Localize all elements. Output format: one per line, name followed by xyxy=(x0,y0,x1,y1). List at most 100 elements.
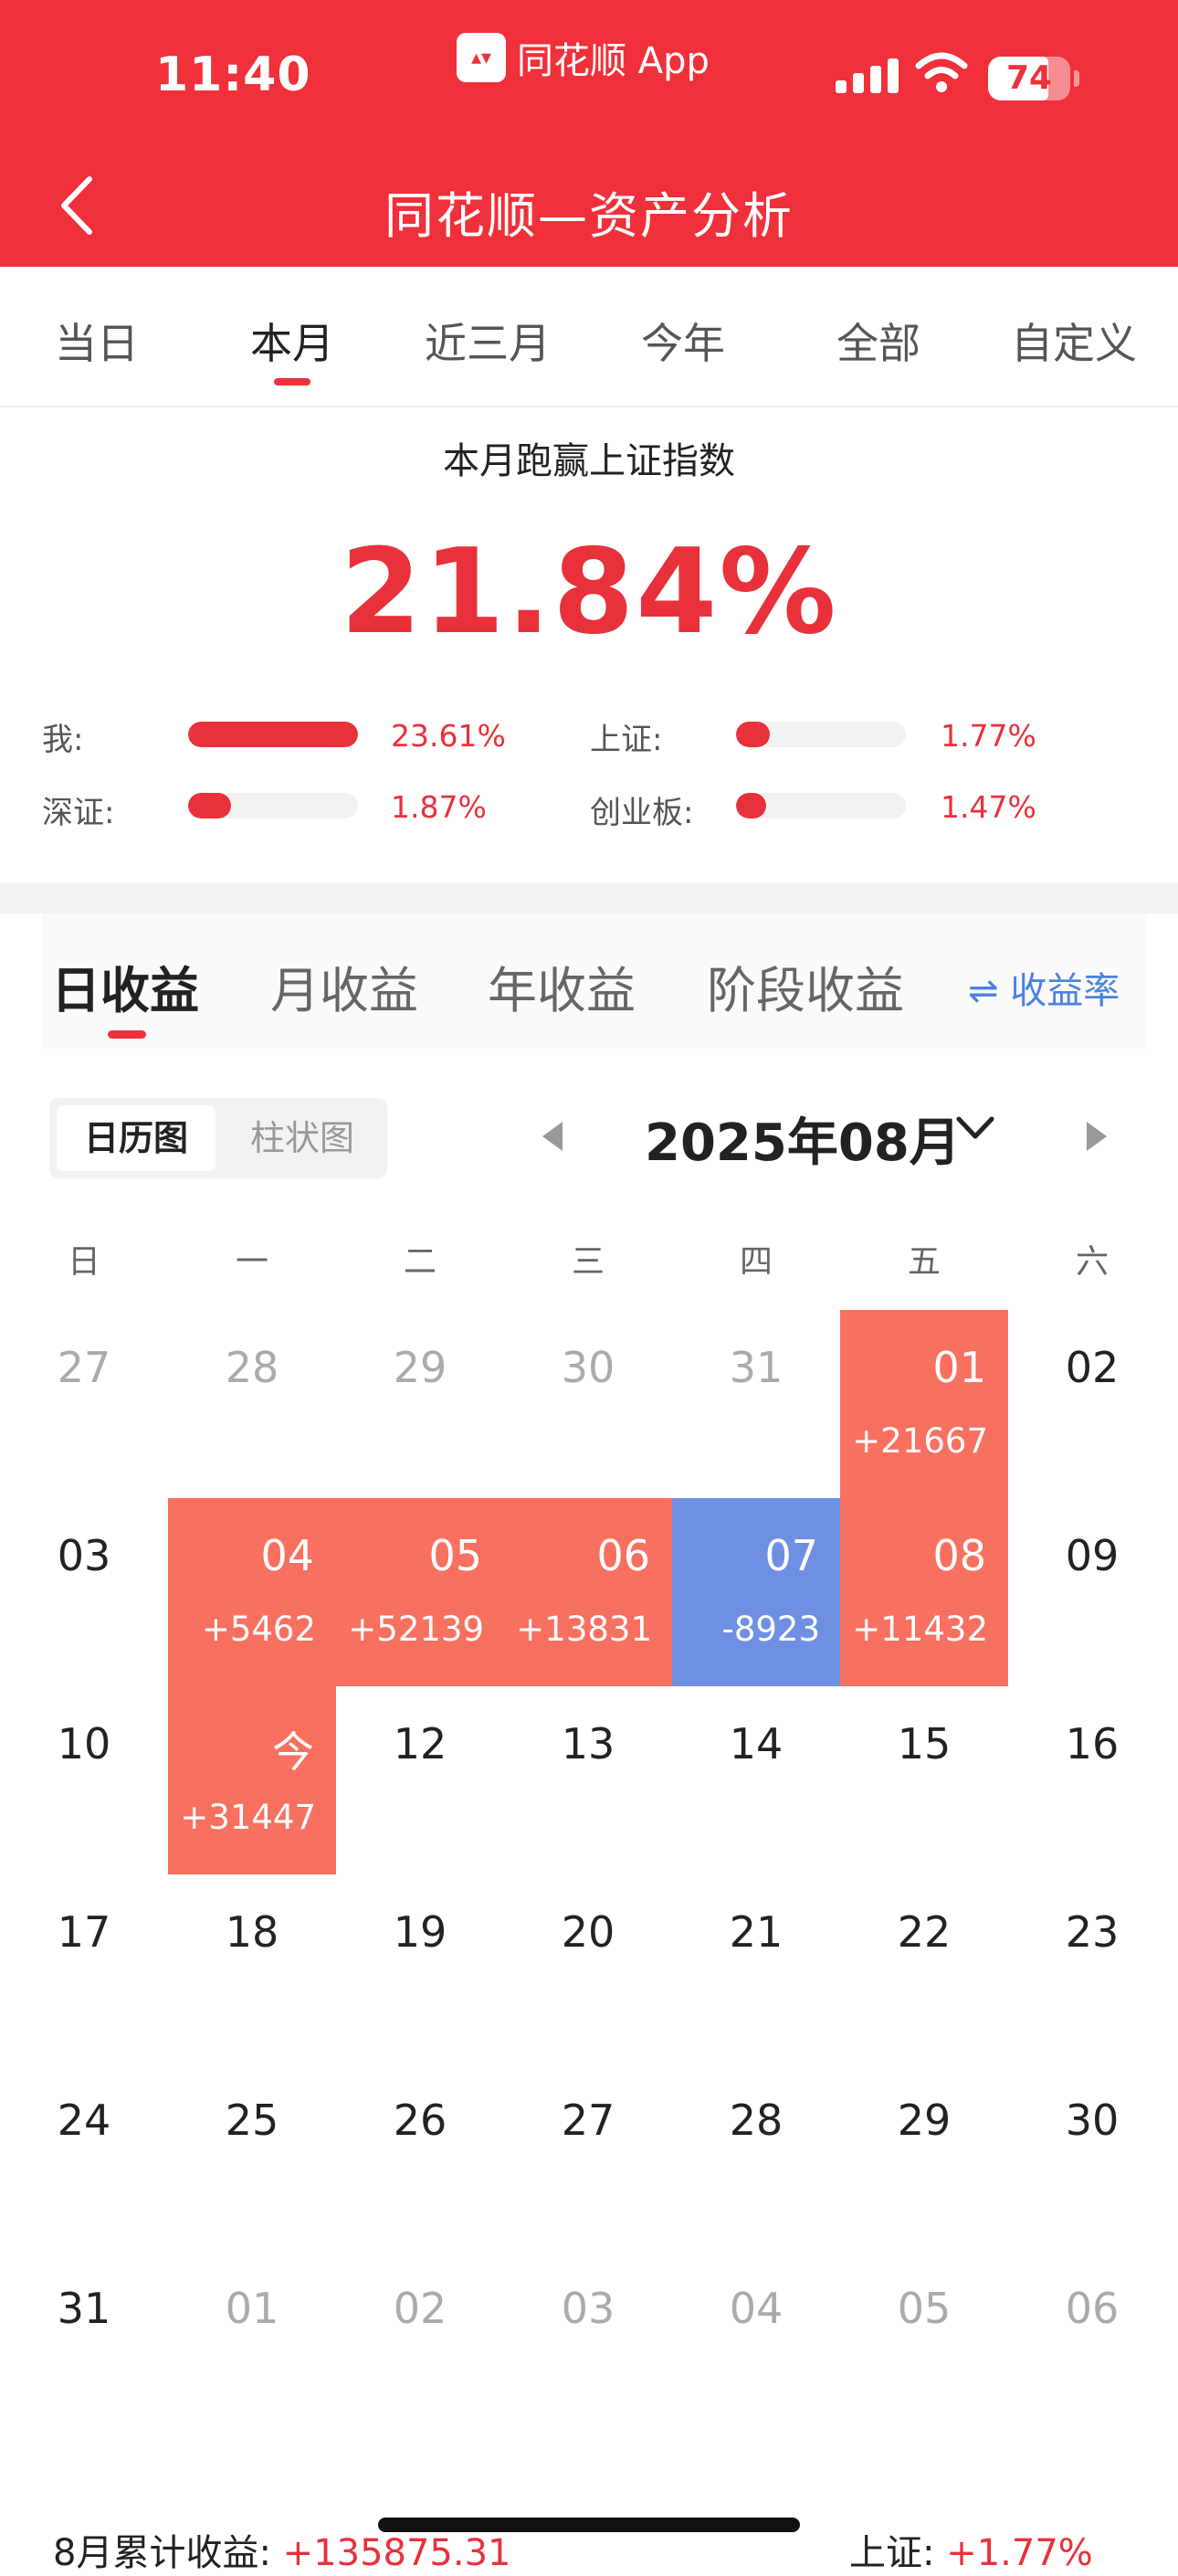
day-number: 01 xyxy=(225,2284,279,2333)
calendar-day-with-earnings[interactable]: 01 +21667 xyxy=(840,1310,1008,1498)
chevron-down-icon[interactable] xyxy=(955,1114,995,1142)
prev-month-icon[interactable] xyxy=(542,1122,563,1151)
index-total-value: +1.77% xyxy=(946,2532,1093,2574)
compare-value-cyb: 1.47% xyxy=(941,789,1036,825)
home-indicator xyxy=(378,2518,800,2532)
app-name-pill[interactable]: ▴▾ 同花顺 App xyxy=(457,31,710,84)
calendar-day[interactable]: 10 xyxy=(0,1686,168,1874)
compare-label-me: 我: xyxy=(42,722,84,758)
calendar-view-button[interactable]: 日历图 xyxy=(57,1105,216,1171)
day-number: 13 xyxy=(561,1719,615,1768)
calendar-day[interactable]: 17 xyxy=(0,1874,168,2063)
calendar-day[interactable]: 03 xyxy=(0,1498,168,1686)
summary-label: 本月跑赢上证指数 xyxy=(443,440,735,482)
calendar-day[interactable]: 02 xyxy=(336,2251,504,2439)
tab-yearly-earnings[interactable]: 年收益 xyxy=(488,950,636,1022)
rate-toggle-button[interactable]: ⇌ 收益率 xyxy=(968,961,1120,1014)
calendar-day[interactable]: 09 xyxy=(1008,1498,1176,1686)
tab-custom[interactable]: 自定义 xyxy=(1001,311,1147,371)
weekday-label: 六 xyxy=(1075,1243,1109,1281)
day-number: 19 xyxy=(393,1907,447,1957)
signal-icon xyxy=(836,58,899,93)
calendar-day[interactable]: 24 xyxy=(0,2063,168,2251)
day-number: 12 xyxy=(393,1719,447,1768)
bar-view-button[interactable]: 柱状图 xyxy=(225,1105,380,1171)
calendar-day[interactable]: 29 xyxy=(336,1310,504,1498)
weekday-label: 一 xyxy=(235,1243,268,1281)
tab-stage-earnings[interactable]: 阶段收益 xyxy=(707,950,904,1022)
calendar-day[interactable]: 21 xyxy=(672,1874,840,2063)
calendar-day-with-earnings[interactable]: 今 +31447 xyxy=(168,1686,336,1874)
calendar-day[interactable]: 26 xyxy=(336,2063,504,2251)
calendar-day-with-earnings[interactable]: 07 -8923 xyxy=(672,1498,840,1686)
status-time: 11:40 xyxy=(155,48,311,102)
day-earnings: +21667 xyxy=(852,1421,988,1461)
swap-icon: ⇌ xyxy=(968,970,999,1012)
day-number: 30 xyxy=(1065,2096,1120,2145)
weekday-label: 四 xyxy=(739,1243,773,1281)
calendar-day[interactable]: 25 xyxy=(168,2063,336,2251)
calendar-day[interactable]: 01 xyxy=(168,2251,336,2439)
calendar-day[interactable]: 23 xyxy=(1008,1874,1176,2063)
calendar-day-with-earnings[interactable]: 05 +52139 xyxy=(336,1498,504,1686)
calendar-day[interactable]: 31 xyxy=(672,1310,840,1498)
calendar-day[interactable]: 28 xyxy=(672,2063,840,2251)
day-number: 25 xyxy=(225,2096,279,2145)
day-number: 22 xyxy=(897,1907,952,1957)
calendar-day[interactable]: 19 xyxy=(336,1874,504,2063)
calendar-day[interactable]: 12 xyxy=(336,1686,504,1874)
tab-today[interactable]: 当日 xyxy=(24,311,170,371)
day-number: 05 xyxy=(897,2284,952,2333)
day-number: 14 xyxy=(729,1719,784,1768)
calendar-day[interactable]: 30 xyxy=(504,1310,672,1498)
calendar-day[interactable]: 03 xyxy=(504,2251,672,2439)
calendar-day-with-earnings[interactable]: 04 +5462 xyxy=(168,1498,336,1686)
calendar-day[interactable]: 15 xyxy=(840,1686,1008,1874)
calendar-day[interactable]: 27 xyxy=(0,1310,168,1498)
day-number: 24 xyxy=(57,2096,111,2145)
section-divider xyxy=(0,882,1178,913)
calendar-day[interactable]: 04 xyxy=(672,2251,840,2439)
tab-this-year[interactable]: 今年 xyxy=(610,311,756,371)
calendar-day[interactable]: 22 xyxy=(840,1874,1008,2063)
day-number: 01 xyxy=(932,1343,986,1392)
weekday-label: 日 xyxy=(67,1243,100,1281)
tab-daily-earnings[interactable]: 日收益 xyxy=(51,950,199,1022)
battery-icon: 74 xyxy=(988,57,1079,100)
day-number: 02 xyxy=(393,2284,447,2333)
calendar-day-with-earnings[interactable]: 06 +13831 xyxy=(504,1498,672,1686)
day-number: 04 xyxy=(729,2284,784,2333)
tab-three-months[interactable]: 近三月 xyxy=(415,311,561,371)
tab-monthly-earnings[interactable]: 月收益 xyxy=(270,950,418,1022)
month-label[interactable]: 2025年08月 xyxy=(645,1102,961,1176)
compare-label-sz: 深证: xyxy=(42,795,115,831)
calendar-day[interactable]: 05 xyxy=(840,2251,1008,2439)
weekday-label: 三 xyxy=(571,1243,605,1281)
day-number: 31 xyxy=(729,1343,784,1392)
calendar-day[interactable]: 20 xyxy=(504,1874,672,2063)
day-earnings: +52139 xyxy=(348,1610,484,1649)
day-number: 30 xyxy=(561,1343,615,1392)
active-tab-indicator xyxy=(274,378,310,385)
page-title: 同花顺—资产分析 xyxy=(384,187,794,245)
earnings-tabs: 日收益 月收益 年收益 阶段收益 ⇌ 收益率 xyxy=(42,913,1147,1049)
calendar-day[interactable]: 18 xyxy=(168,1874,336,2063)
calendar-day[interactable]: 06 xyxy=(1008,2251,1176,2439)
tab-all[interactable]: 全部 xyxy=(805,311,952,371)
compare-value-me: 23.61% xyxy=(391,718,506,754)
calendar-day[interactable]: 13 xyxy=(504,1686,672,1874)
calendar-day[interactable]: 29 xyxy=(840,2063,1008,2251)
day-number: 02 xyxy=(1065,1343,1120,1392)
rate-toggle-label: 收益率 xyxy=(1010,970,1120,1012)
tab-this-month[interactable]: 本月 xyxy=(219,311,365,371)
calendar-day[interactable]: 31 xyxy=(0,2251,168,2439)
day-number: 29 xyxy=(897,2096,952,2145)
calendar-day-with-earnings[interactable]: 08 +11432 xyxy=(840,1498,1008,1686)
next-month-icon[interactable] xyxy=(1087,1122,1107,1151)
calendar-day[interactable]: 27 xyxy=(504,2063,672,2251)
calendar-day[interactable]: 28 xyxy=(168,1310,336,1498)
calendar-day[interactable]: 30 xyxy=(1008,2063,1176,2251)
calendar-day[interactable]: 14 xyxy=(672,1686,840,1874)
calendar-day[interactable]: 02 xyxy=(1008,1310,1176,1498)
calendar-day[interactable]: 16 xyxy=(1008,1686,1176,1874)
